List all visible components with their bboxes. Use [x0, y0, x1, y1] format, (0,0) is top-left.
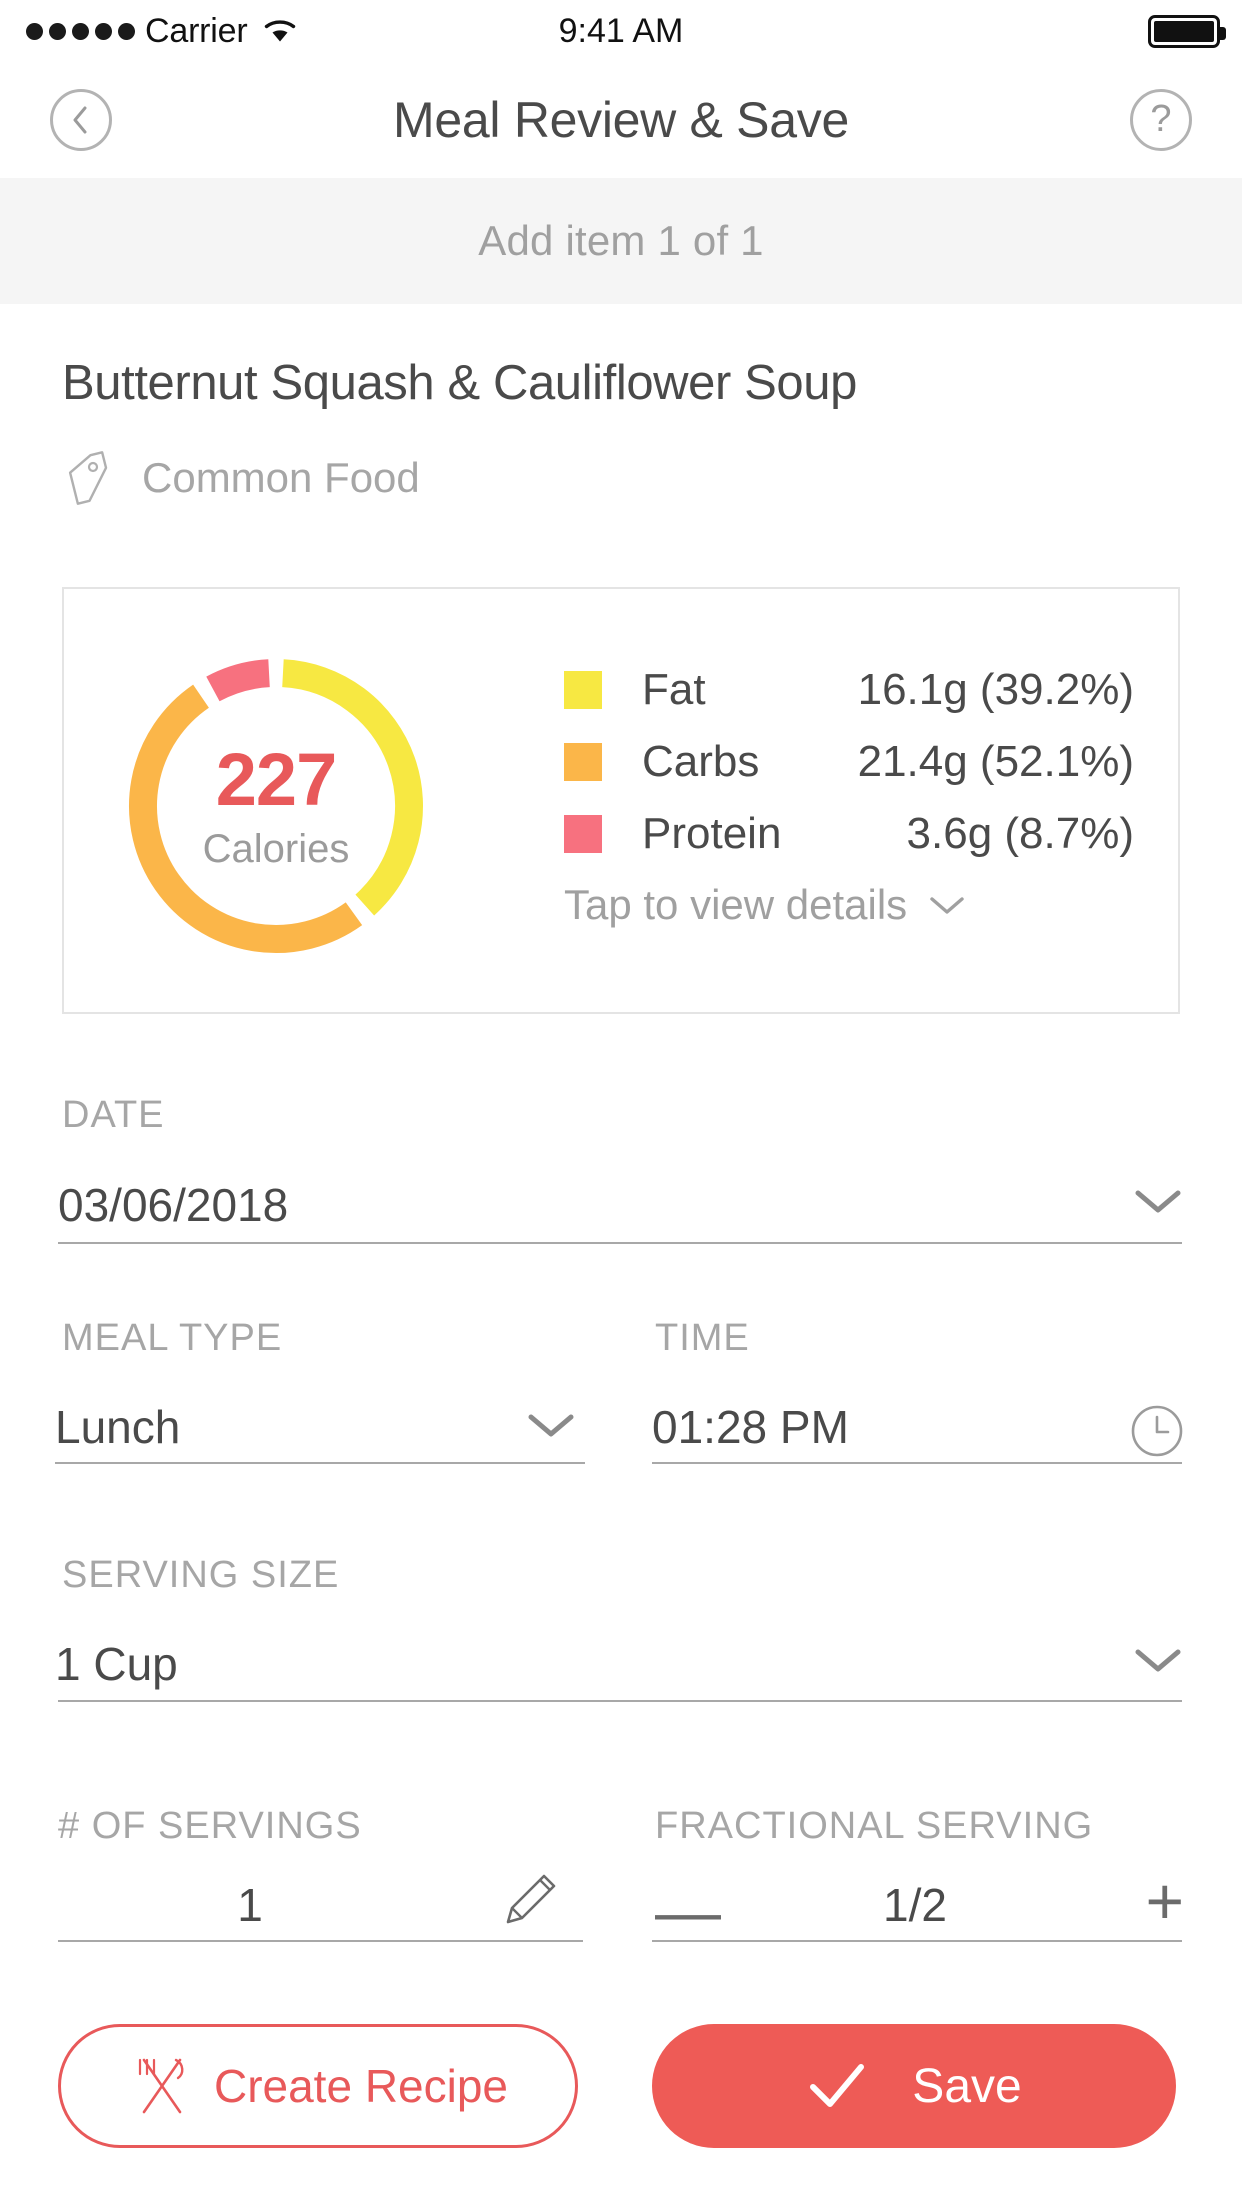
tap-details-label: Tap to view details — [564, 881, 908, 928]
num-servings-value[interactable]: 1 — [170, 1878, 330, 1932]
num-servings-underline — [58, 1940, 583, 1942]
legend-label-fat: Fat — [642, 665, 706, 714]
macro-summary-card[interactable]: 227 Calories Fat 16.1g (39.2%) Carbs 21.… — [62, 587, 1180, 1014]
pencil-icon — [506, 1874, 556, 1924]
fractional-decrement-button[interactable]: — — [655, 1878, 721, 1944]
date-label: DATE — [62, 1094, 165, 1136]
status-bar-right — [1148, 0, 1226, 62]
status-bar: Carrier 9:41 AM — [0, 0, 1242, 62]
tap-to-view-details[interactable]: Tap to view details — [564, 881, 967, 929]
fractional-serving-underline — [652, 1940, 1182, 1942]
serving-size-dropdown-button[interactable] — [1132, 1645, 1184, 1680]
food-name: Butternut Squash & Cauliflower Soup — [62, 356, 857, 410]
navigation-bar: Meal Review & Save ? — [0, 62, 1242, 178]
serving-size-value[interactable]: 1 Cup — [55, 1637, 178, 1691]
meal-type-underline — [55, 1462, 585, 1464]
serving-size-underline — [58, 1700, 1182, 1702]
legend-swatch-protein — [564, 815, 602, 853]
legend-value-protein: 3.6g (8.7%) — [906, 809, 1134, 858]
save-label: Save — [912, 2059, 1022, 2113]
chevron-down-icon — [930, 897, 964, 914]
create-recipe-button[interactable]: Create Recipe — [58, 2024, 578, 2148]
date-dropdown-button[interactable] — [1132, 1186, 1184, 1221]
help-button[interactable]: ? — [1130, 89, 1192, 151]
time-picker-button[interactable] — [1130, 1404, 1184, 1463]
create-recipe-label: Create Recipe — [213, 2060, 509, 2112]
fractional-increment-button[interactable]: + — [1145, 1868, 1184, 1934]
num-servings-label: # OF SERVINGS — [58, 1805, 362, 1847]
add-item-progress-bar: Add item 1 of 1 — [0, 178, 1242, 304]
date-value[interactable]: 03/06/2018 — [58, 1178, 288, 1232]
fork-knife-icon — [138, 2058, 184, 2114]
app-screen: Carrier 9:41 AM Meal Review & Save ? Add… — [0, 0, 1242, 2208]
legend-item-fat: Fat 16.1g (39.2%) — [564, 654, 1134, 726]
legend-item-protein: Protein 3.6g (8.7%) — [564, 798, 1134, 870]
serving-size-label: SERVING SIZE — [62, 1554, 340, 1596]
calorie-value: 227 — [215, 738, 337, 821]
time-label: TIME — [655, 1317, 750, 1359]
status-bar-clock: 9:41 AM — [558, 11, 684, 50]
legend-label-protein: Protein — [642, 809, 782, 858]
calorie-unit-label: Calories — [202, 827, 350, 871]
legend-item-carbs: Carbs 21.4g (52.1%) — [564, 726, 1134, 798]
macro-donut-chart: 227 Calories — [116, 646, 436, 966]
legend-label-carbs: Carbs — [642, 737, 760, 786]
clock-icon — [1131, 1405, 1183, 1457]
price-tag-icon — [68, 451, 108, 505]
check-icon — [810, 2064, 865, 2107]
chevron-down-icon — [1135, 1649, 1181, 1672]
macro-legend: Fat 16.1g (39.2%) Carbs 21.4g (52.1%) Pr… — [564, 654, 1134, 870]
chevron-down-icon — [1135, 1190, 1181, 1213]
meal-type-label: MEAL TYPE — [62, 1317, 283, 1359]
battery-full-icon — [1148, 14, 1226, 48]
question-mark-icon: ? — [1150, 98, 1172, 140]
legend-value-fat: 16.1g (39.2%) — [857, 665, 1134, 714]
page-title: Meal Review & Save — [393, 92, 849, 148]
meal-type-dropdown-button[interactable] — [525, 1410, 577, 1445]
food-category-tag: Common Food — [62, 450, 420, 506]
donut-center-labels: 227 Calories — [116, 646, 436, 966]
legend-value-carbs: 21.4g (52.1%) — [857, 737, 1134, 786]
chevron-left-icon — [73, 106, 87, 134]
time-value[interactable]: 01:28 PM — [652, 1400, 849, 1454]
back-button[interactable] — [50, 89, 112, 151]
time-underline — [652, 1462, 1182, 1464]
add-item-progress-label: Add item 1 of 1 — [478, 217, 764, 264]
legend-swatch-carbs — [564, 743, 602, 781]
save-button[interactable]: Save — [652, 2024, 1176, 2148]
date-underline — [58, 1242, 1182, 1244]
num-servings-edit-button[interactable] — [500, 1868, 562, 1935]
food-category-label: Common Food — [142, 454, 420, 501]
legend-swatch-fat — [564, 671, 602, 709]
fractional-serving-label: FRACTIONAL SERVING — [655, 1805, 1094, 1847]
fractional-serving-value[interactable]: 1/2 — [790, 1878, 1040, 1932]
chevron-down-icon — [528, 1414, 574, 1437]
meal-type-value[interactable]: Lunch — [55, 1400, 180, 1454]
